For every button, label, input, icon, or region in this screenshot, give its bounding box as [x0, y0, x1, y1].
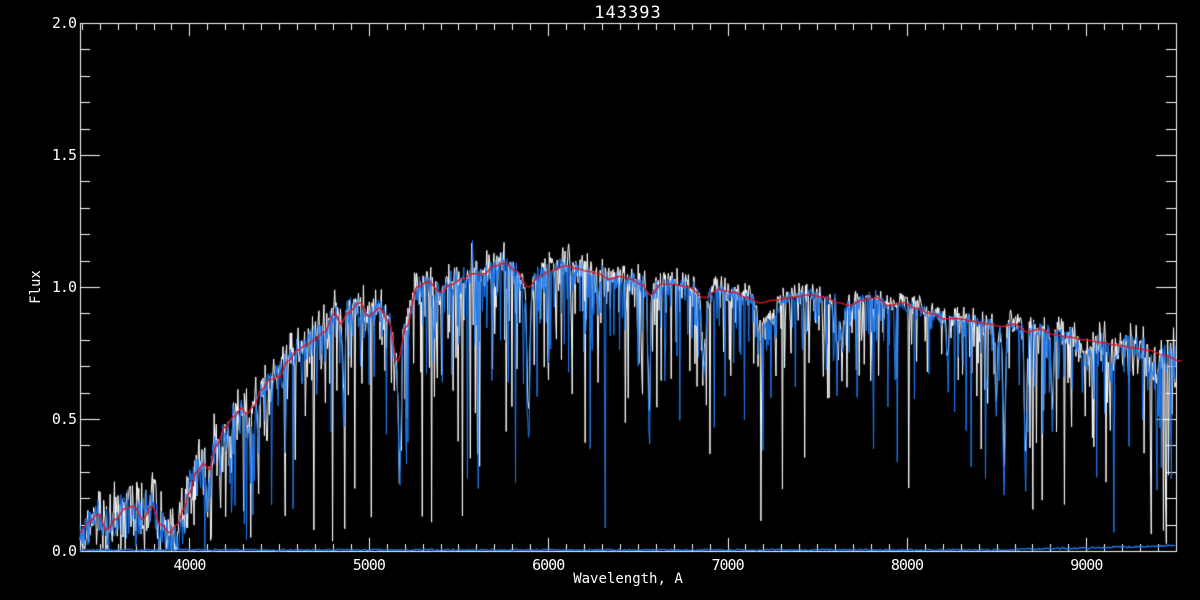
x-tick-label: 5000: [352, 556, 386, 574]
y-tick-label: 0.5: [51, 410, 77, 428]
x-tick-label: 9000: [1070, 556, 1103, 574]
y-tick-label: 0.0: [51, 542, 77, 560]
x-tick-label: 4000: [173, 556, 206, 574]
plot-title: 143393: [594, 3, 662, 23]
y-tick-label: 1.5: [51, 146, 77, 164]
x-tick-label: 7000: [711, 556, 744, 574]
x-tick-label: 8000: [890, 556, 924, 574]
x-axis-label: Wavelength, A: [573, 571, 683, 587]
y-tick-label: 1.0: [51, 278, 77, 296]
x-tick-label: 6000: [532, 556, 565, 574]
spectrum-figure: 143393 Wavelength, A Flux 4000 5000 6000 70…: [0, 0, 1200, 600]
spectrum-plot-canvas: [0, 0, 1200, 600]
y-tick-label: 2.0: [51, 14, 77, 32]
